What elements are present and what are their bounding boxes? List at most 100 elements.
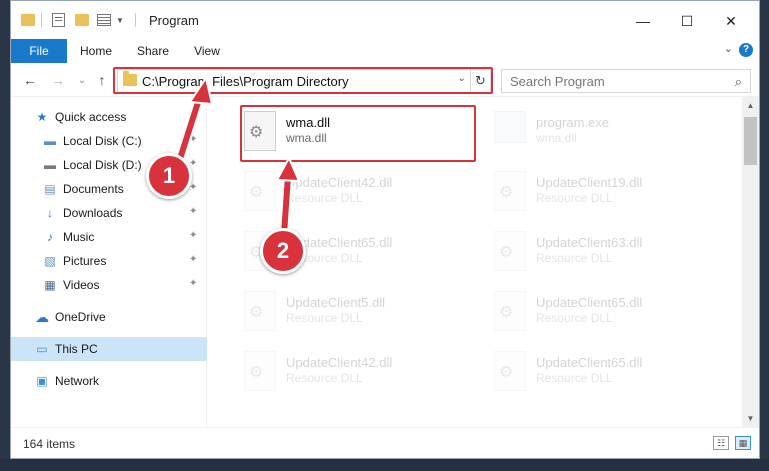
file-name: UpdateClient63.dll bbox=[536, 235, 643, 250]
address-dropdown-icon[interactable]: ⌄ bbox=[458, 73, 466, 84]
drive-icon: ▬ bbox=[44, 134, 56, 148]
file-name: UpdateClient65.dll bbox=[536, 295, 643, 310]
help-icon[interactable]: ? bbox=[739, 43, 753, 57]
back-button[interactable]: ← bbox=[21, 71, 39, 89]
properties-icon[interactable] bbox=[49, 11, 67, 29]
dll-file-icon bbox=[244, 111, 276, 151]
file-type: wma.dll bbox=[286, 131, 327, 145]
sidebar-item-pictures[interactable]: ▧ Pictures ✦ bbox=[11, 249, 207, 273]
window-title: Program bbox=[149, 13, 199, 28]
sidebar-item-label: This PC bbox=[55, 342, 98, 356]
pin-icon[interactable]: ✦ bbox=[189, 254, 197, 265]
toolbar-dropdown-icon[interactable]: ▼ bbox=[111, 11, 129, 29]
search-placeholder: Search Program bbox=[510, 74, 605, 89]
sidebar-item-label: Documents bbox=[63, 182, 124, 196]
sidebar-item-label: OneDrive bbox=[55, 310, 106, 324]
music-icon: ♪ bbox=[47, 230, 53, 244]
file-type: wma.dll bbox=[536, 131, 577, 145]
recent-locations-button[interactable]: ⌄ bbox=[73, 71, 91, 89]
file-name: UpdateClient65.dll bbox=[536, 355, 643, 370]
tab-home[interactable]: Home bbox=[73, 39, 119, 63]
file-type: Resource DLL bbox=[536, 251, 613, 265]
refresh-button[interactable]: ↻ bbox=[471, 69, 491, 93]
pin-icon[interactable]: ✦ bbox=[189, 278, 197, 289]
search-icon: ⌕ bbox=[734, 74, 742, 89]
pictures-icon: ▧ bbox=[44, 254, 56, 268]
star-icon: ★ bbox=[36, 110, 48, 124]
sidebar-item-label: Local Disk (D:) bbox=[63, 158, 142, 172]
file-item[interactable]: UpdateClient5.dll Resource DLL bbox=[238, 283, 478, 339]
large-icons-view-icon[interactable]: ▦ bbox=[735, 436, 751, 450]
sidebar-item-network[interactable]: ▣ Network bbox=[11, 369, 207, 393]
sidebar-item-music[interactable]: ♪ Music ✦ bbox=[11, 225, 207, 249]
navigation-pane: ★ Quick access ▬ Local Disk (C:) ✦ ▬ Loc… bbox=[11, 97, 207, 427]
pin-icon[interactable]: ✦ bbox=[189, 134, 197, 145]
dll-file-icon bbox=[244, 351, 276, 391]
file-item-program-exe[interactable]: program.exe wma.dll bbox=[488, 103, 728, 159]
sidebar-item-downloads[interactable]: ↓ Downloads ✦ bbox=[11, 201, 207, 225]
dll-file-icon bbox=[494, 171, 526, 211]
file-item-wma-dll[interactable]: wma.dll wma.dll bbox=[238, 103, 478, 159]
title-bar: ▼ Program — ☐ ✕ bbox=[11, 1, 759, 39]
tab-view[interactable]: View bbox=[185, 39, 229, 63]
step-marker-1: 1 bbox=[146, 153, 192, 199]
pin-icon[interactable]: ✦ bbox=[189, 206, 197, 217]
documents-icon: ▤ bbox=[44, 182, 56, 196]
sidebar-item-label: Pictures bbox=[63, 254, 107, 268]
sidebar-item-label: Network bbox=[55, 374, 100, 388]
cloud-icon: ☁ bbox=[35, 308, 49, 325]
vertical-scrollbar[interactable]: ▲ ▼ bbox=[742, 97, 759, 427]
minimize-button[interactable]: — bbox=[621, 7, 665, 35]
desktop-background-right bbox=[760, 0, 769, 471]
scroll-up-icon[interactable]: ▲ bbox=[742, 97, 759, 114]
sidebar-item-onedrive[interactable]: ☁ OneDrive bbox=[11, 305, 207, 329]
file-item[interactable]: UpdateClient19.dll Resource DLL bbox=[488, 163, 728, 219]
sidebar-item-this-pc[interactable]: ▭ This PC bbox=[11, 337, 207, 361]
scrollbar-thumb[interactable] bbox=[744, 117, 757, 165]
title-separator bbox=[41, 13, 42, 27]
file-type: Resource DLL bbox=[536, 371, 613, 385]
desktop-background-bottom bbox=[0, 459, 769, 471]
drive-icon: ▬ bbox=[44, 158, 56, 172]
address-bar[interactable]: C:\Program Files\Program Directory ⌄ bbox=[117, 69, 471, 93]
ribbon-expand-icon[interactable]: ⌄ bbox=[724, 42, 733, 55]
folder-icon bbox=[123, 71, 137, 86]
address-row: ← → ⌄ ↑ C:\Program Files\Program Directo… bbox=[11, 63, 759, 97]
file-item[interactable]: UpdateClient63.dll Resource DLL bbox=[488, 223, 728, 279]
sidebar-item-videos[interactable]: ▦ Videos ✦ bbox=[11, 273, 207, 297]
search-input[interactable]: Search Program ⌕ bbox=[501, 69, 751, 93]
file-item[interactable]: UpdateClient65.dll Resource DLL bbox=[488, 283, 728, 339]
address-path: C:\Program Files\Program Directory bbox=[142, 74, 349, 89]
dll-file-icon bbox=[494, 351, 526, 391]
scroll-down-icon[interactable]: ▼ bbox=[742, 410, 759, 427]
file-item[interactable]: UpdateClient42.dll Resource DLL bbox=[238, 163, 478, 219]
file-item[interactable]: UpdateClient65.dll Resource DLL bbox=[488, 343, 728, 399]
new-folder-icon[interactable] bbox=[73, 11, 91, 29]
sidebar-item-label: Music bbox=[63, 230, 95, 244]
download-icon: ↓ bbox=[47, 206, 53, 220]
up-button[interactable]: ↑ bbox=[93, 71, 111, 89]
dll-file-icon bbox=[244, 291, 276, 331]
tab-share[interactable]: Share bbox=[129, 39, 177, 63]
dll-file-icon bbox=[494, 231, 526, 271]
file-item[interactable]: UpdateClient42.dll Resource DLL bbox=[238, 343, 478, 399]
computer-icon: ▭ bbox=[36, 342, 48, 356]
item-count: 164 items bbox=[23, 437, 76, 451]
file-name: UpdateClient42.dll bbox=[286, 175, 393, 190]
sidebar-item-local-disk-c[interactable]: ▬ Local Disk (C:) ✦ bbox=[11, 129, 207, 153]
forward-button[interactable]: → bbox=[49, 71, 67, 89]
desktop-background-left bbox=[0, 0, 10, 471]
file-type: Resource DLL bbox=[536, 191, 613, 205]
tab-file[interactable]: File bbox=[11, 39, 67, 63]
folder-icon bbox=[19, 11, 37, 29]
sidebar-item-quick-access[interactable]: ★ Quick access bbox=[11, 105, 207, 129]
close-button[interactable]: ✕ bbox=[709, 7, 753, 35]
sidebar-item-label: Local Disk (C:) bbox=[63, 134, 142, 148]
dll-file-icon bbox=[244, 171, 276, 211]
details-view-icon[interactable]: ☷ bbox=[713, 436, 729, 450]
pin-icon[interactable]: ✦ bbox=[189, 230, 197, 241]
step-marker-2: 2 bbox=[260, 228, 306, 274]
file-type: Resource DLL bbox=[286, 311, 363, 325]
maximize-button[interactable]: ☐ bbox=[665, 7, 709, 35]
sidebar-item-label: Videos bbox=[63, 278, 100, 292]
